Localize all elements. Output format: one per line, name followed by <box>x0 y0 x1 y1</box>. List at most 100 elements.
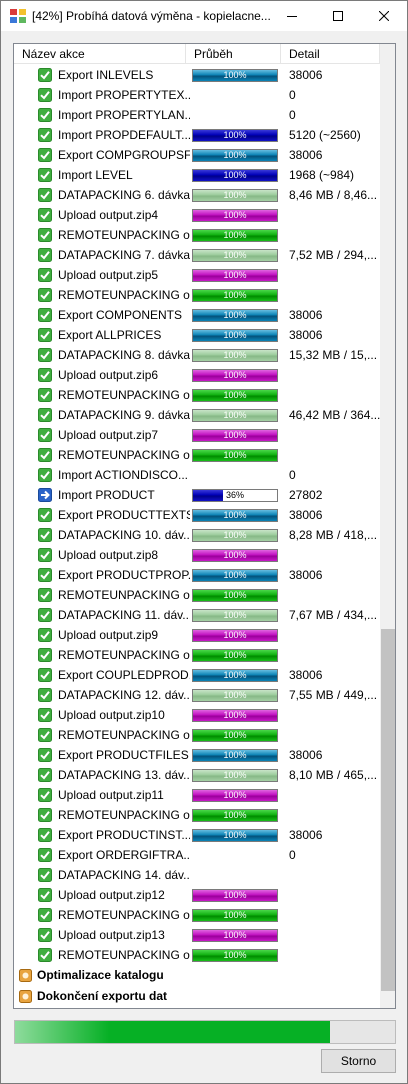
list-item[interactable]: Export PRODUCTPROP... 100% 38006 <box>14 565 380 585</box>
checkmark-icon <box>38 288 52 302</box>
minimize-button[interactable] <box>269 1 315 31</box>
list-item[interactable]: DATAPACKING 10. dáv... 100% 8,28 MB / 418,… <box>14 525 380 545</box>
list-item[interactable]: REMOTEUNPACKING o... 100% <box>14 385 380 405</box>
list-item[interactable]: REMOTEUNPACKING o... 100% <box>14 225 380 245</box>
list-item[interactable]: REMOTEUNPACKING o... 100% <box>14 445 380 465</box>
list-item[interactable]: Import PROPERTYTEX... 0 <box>14 85 380 105</box>
list-item[interactable]: Import ACTIONDISCO... 0 <box>14 465 380 485</box>
task-name: Export ORDERGIFTRA... <box>58 848 190 862</box>
list-item[interactable]: REMOTEUNPACKING o... 100% <box>14 285 380 305</box>
list-item[interactable]: REMOTEUNPACKING o... 100% <box>14 725 380 745</box>
list-item[interactable]: DATAPACKING 7. dávka 100% 7,52 MB / 294,..… <box>14 245 380 265</box>
app-icon <box>10 9 26 23</box>
checkmark-icon <box>38 348 52 362</box>
task-name: REMOTEUNPACKING o... <box>58 228 190 242</box>
checkmark-icon <box>38 328 52 342</box>
task-detail: 0 <box>289 88 296 102</box>
group-name: Optimalizace katalogu <box>37 968 164 982</box>
task-progress-bar: 100% <box>192 789 278 802</box>
checkmark-icon <box>38 648 52 662</box>
list-item[interactable]: Upload output.zip7 100% <box>14 425 380 445</box>
task-detail: 38006 <box>289 328 323 342</box>
list-item[interactable]: Export ORDERGIFTRA... 0 <box>14 845 380 865</box>
list-item[interactable]: Export PRODUCTFILES 100% 38006 <box>14 745 380 765</box>
task-group[interactable]: Optimalizace katalogu <box>14 965 380 986</box>
checkmark-icon <box>38 748 52 762</box>
task-progress-bar: 100% <box>192 749 278 762</box>
list-item[interactable]: DATAPACKING 6. dávka 100% 8,46 MB / 8,46..… <box>14 185 380 205</box>
list-item[interactable]: DATAPACKING 11. dáv... 100% 7,67 MB / 434,… <box>14 605 380 625</box>
task-progress-bar: 100% <box>192 149 278 162</box>
checkmark-icon <box>38 608 52 622</box>
list-item[interactable]: Export PRODUCTTEXTS 100% 38006 <box>14 505 380 525</box>
list-item[interactable]: Upload output.zip11 100% <box>14 785 380 805</box>
checkmark-icon <box>38 628 52 642</box>
task-progress-label: 100% <box>223 270 247 280</box>
task-progress-label: 100% <box>223 350 247 360</box>
title-bar[interactable]: [42%] Probíhá datová výměna - kopielacne… <box>1 1 407 31</box>
checkmark-icon <box>38 928 52 942</box>
list-item[interactable]: Export COMPONENTS 100% 38006 <box>14 305 380 325</box>
list-item[interactable]: REMOTEUNPACKING o... 100% <box>14 645 380 665</box>
list-item[interactable]: Upload output.zip5 100% <box>14 265 380 285</box>
task-detail: 0 <box>289 108 296 122</box>
list-item[interactable]: Upload output.zip9 100% <box>14 625 380 645</box>
list-item[interactable]: Import LEVEL 100% 1968 (~984) <box>14 165 380 185</box>
list-item[interactable]: DATAPACKING 8. dávka 100% 15,32 MB / 15,..… <box>14 345 380 365</box>
column-header-detail[interactable]: Detail <box>281 44 380 64</box>
list-item[interactable]: Import PROPERTYLAN... 0 <box>14 105 380 125</box>
cancel-button[interactable]: Storno <box>321 1049 396 1073</box>
list-item[interactable]: Upload output.zip10 100% <box>14 705 380 725</box>
list-item[interactable]: DATAPACKING 14. dáv... <box>14 865 380 885</box>
list-item[interactable]: Export COMPGROUPSF... 100% 38006 <box>14 145 380 165</box>
list-item[interactable]: Export INLEVELS 100% 38006 <box>14 65 380 85</box>
task-progress-label: 100% <box>223 450 247 460</box>
task-detail: 0 <box>289 848 296 862</box>
list-item[interactable]: Upload output.zip4 100% <box>14 205 380 225</box>
task-name: REMOTEUNPACKING o... <box>58 728 190 742</box>
scrollbar-thumb[interactable] <box>381 629 395 991</box>
task-detail: 46,42 MB / 364... <box>289 408 380 422</box>
list-item[interactable]: Export PRODUCTINST... 100% 38006 <box>14 825 380 845</box>
task-progress-bar: 100% <box>192 709 278 722</box>
list-item[interactable]: Import PROPDEFAULT... 100% 5120 (~2560) <box>14 125 380 145</box>
task-detail: 38006 <box>289 508 323 522</box>
list-item[interactable]: REMOTEUNPACKING o... 100% <box>14 945 380 965</box>
checkmark-icon <box>38 408 52 422</box>
list-item[interactable]: REMOTEUNPACKING o... 100% <box>14 585 380 605</box>
task-list[interactable]: Název akce Průběh Detail Export INLEVELS… <box>13 43 396 1009</box>
list-item[interactable]: REMOTEUNPACKING o... 100% <box>14 905 380 925</box>
column-header-name[interactable]: Název akce <box>14 44 186 64</box>
vertical-scrollbar[interactable] <box>380 44 395 1008</box>
list-item[interactable]: Export COUPLEDPROD... 100% 38006 <box>14 665 380 685</box>
task-detail: 38006 <box>289 828 323 842</box>
task-detail: 7,67 MB / 434,... <box>289 608 378 622</box>
column-header-progress[interactable]: Průběh <box>186 44 281 64</box>
checkmark-icon <box>38 568 52 582</box>
task-progress-bar: 100% <box>192 549 278 562</box>
task-progress-bar: 100% <box>192 329 278 342</box>
task-detail: 5120 (~2560) <box>289 128 361 142</box>
list-item[interactable]: Import PRODUCT 36% 27802 <box>14 485 380 505</box>
task-group[interactable]: Dokončení exportu dat <box>14 986 380 1007</box>
list-item[interactable]: Upload output.zip6 100% <box>14 365 380 385</box>
checkmark-icon <box>38 788 52 802</box>
task-progress-label: 36% <box>225 490 244 500</box>
checkmark-icon <box>38 668 52 682</box>
task-progress-label: 100% <box>223 70 247 80</box>
list-item[interactable]: Upload output.zip8 100% <box>14 545 380 565</box>
close-button[interactable] <box>361 1 407 31</box>
task-progress-bar: 100% <box>192 569 278 582</box>
task-progress-label: 100% <box>223 690 247 700</box>
list-item[interactable]: DATAPACKING 9. dávka 100% 46,42 MB / 364..… <box>14 405 380 425</box>
task-progress-bar: 100% <box>192 409 278 422</box>
list-item[interactable]: DATAPACKING 13. dáv... 100% 8,10 MB / 465,… <box>14 765 380 785</box>
list-item[interactable]: Upload output.zip12 100% <box>14 885 380 905</box>
checkmark-icon <box>38 848 52 862</box>
list-item[interactable]: Export ALLPRICES 100% 38006 <box>14 325 380 345</box>
list-item[interactable]: DATAPACKING 12. dáv... 100% 7,55 MB / 449,… <box>14 685 380 705</box>
maximize-button[interactable] <box>315 1 361 31</box>
list-item[interactable]: REMOTEUNPACKING o... 100% <box>14 805 380 825</box>
task-progress-bar: 100% <box>192 269 278 282</box>
list-item[interactable]: Upload output.zip13 100% <box>14 925 380 945</box>
